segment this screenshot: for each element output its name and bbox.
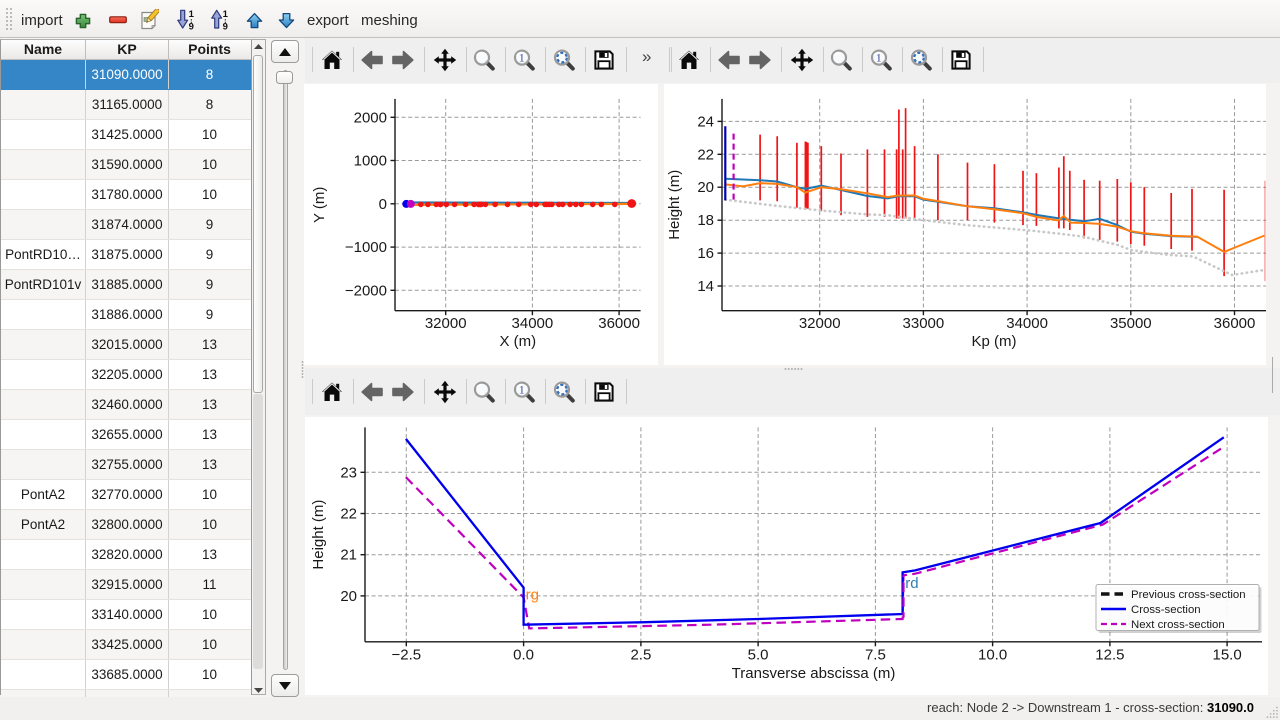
svg-text:Y (m): Y (m): [311, 187, 328, 223]
svg-text:X (m): X (m): [499, 333, 536, 350]
svg-text:−1000: −1000: [345, 239, 387, 256]
svg-text:12.5: 12.5: [1095, 646, 1124, 663]
svg-text:1: 1: [519, 51, 525, 65]
svg-text:0: 0: [379, 196, 387, 213]
svg-text:1: 1: [519, 383, 525, 397]
svg-text:−2.5: −2.5: [391, 646, 421, 663]
svg-text:−2000: −2000: [345, 282, 387, 299]
svg-text:Transverse abscissa (m): Transverse abscissa (m): [732, 665, 896, 682]
svg-text:20: 20: [697, 179, 714, 196]
svg-text:10.0: 10.0: [978, 646, 1007, 663]
svg-text:2000: 2000: [354, 109, 387, 126]
svg-text:14: 14: [697, 278, 714, 295]
svg-text:20: 20: [340, 588, 357, 605]
svg-text:Next cross-section: Next cross-section: [1131, 619, 1225, 631]
svg-text:Kp (m): Kp (m): [972, 333, 1017, 350]
svg-text:rg: rg: [526, 586, 539, 603]
svg-text:15.0: 15.0: [1212, 646, 1241, 663]
svg-text:22: 22: [340, 506, 357, 523]
svg-text:23: 23: [340, 464, 357, 481]
svg-text:1: 1: [223, 9, 229, 20]
svg-text:2.5: 2.5: [630, 646, 651, 663]
svg-text:36000: 36000: [1214, 315, 1256, 332]
svg-text:9: 9: [189, 21, 194, 30]
svg-text:35000: 35000: [1110, 315, 1152, 332]
svg-text:24: 24: [697, 113, 714, 130]
svg-text:34000: 34000: [512, 315, 554, 332]
svg-text:36000: 36000: [598, 315, 640, 332]
svg-text:32000: 32000: [799, 315, 841, 332]
svg-text:21: 21: [340, 547, 357, 564]
svg-text:1: 1: [189, 9, 195, 20]
svg-text:Cross-section: Cross-section: [1131, 604, 1201, 616]
svg-text:22: 22: [697, 146, 714, 163]
svg-text:Height (m): Height (m): [666, 170, 683, 240]
svg-text:32000: 32000: [425, 315, 467, 332]
svg-text:0.0: 0.0: [513, 646, 534, 663]
svg-text:33000: 33000: [903, 315, 945, 332]
svg-text:rd: rd: [905, 575, 918, 592]
svg-text:16: 16: [697, 245, 714, 262]
svg-text:9: 9: [223, 21, 228, 30]
svg-text:5.0: 5.0: [748, 646, 769, 663]
svg-text:34000: 34000: [1006, 315, 1048, 332]
svg-text:7.5: 7.5: [865, 646, 886, 663]
svg-text:1000: 1000: [354, 153, 387, 170]
svg-text:18: 18: [697, 212, 714, 229]
svg-text:1: 1: [876, 51, 882, 65]
svg-text:Height (m): Height (m): [310, 500, 327, 570]
svg-text:Previous cross-section: Previous cross-section: [1131, 589, 1246, 601]
